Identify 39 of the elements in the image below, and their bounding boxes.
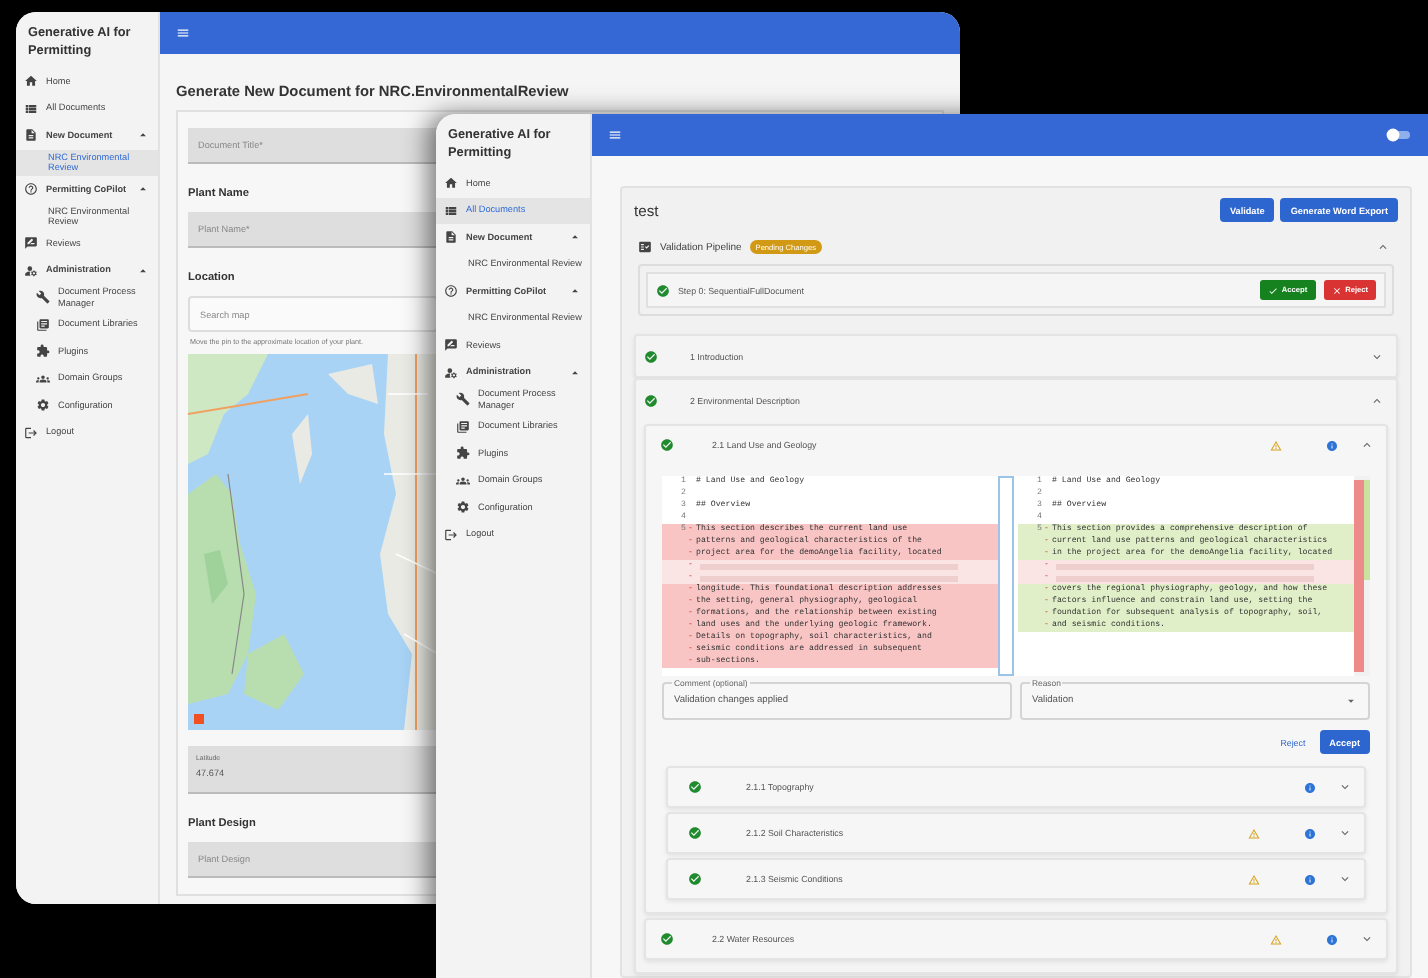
chevron-up-icon[interactable] bbox=[1360, 438, 1374, 452]
close-icon bbox=[1331, 285, 1342, 295]
chevron-up-icon[interactable] bbox=[1376, 240, 1390, 254]
people-icon bbox=[456, 473, 470, 488]
caret-down-icon bbox=[1344, 694, 1358, 708]
chevron-up-icon[interactable] bbox=[1370, 393, 1384, 407]
logout-icon bbox=[24, 425, 38, 440]
settings-icon bbox=[36, 398, 50, 413]
wrench-icon bbox=[36, 290, 50, 305]
list-icon bbox=[444, 203, 458, 218]
chevron-down-icon[interactable] bbox=[1338, 780, 1352, 794]
menu-icon[interactable] bbox=[608, 128, 622, 142]
settings-icon bbox=[456, 500, 470, 515]
people-icon bbox=[36, 371, 50, 386]
person-gear-icon bbox=[24, 263, 38, 278]
chevron-down-icon[interactable] bbox=[1338, 826, 1352, 840]
menu-icon[interactable] bbox=[176, 26, 190, 40]
chevron-down-icon[interactable] bbox=[1360, 932, 1374, 946]
chevron-down-icon[interactable] bbox=[1370, 349, 1384, 363]
logout-icon bbox=[444, 527, 458, 542]
document-icon bbox=[24, 128, 38, 143]
home-icon bbox=[444, 176, 458, 191]
check-icon bbox=[1267, 285, 1278, 295]
checklist-icon bbox=[638, 240, 652, 254]
library-icon bbox=[456, 419, 470, 434]
puzzle-icon bbox=[456, 446, 470, 461]
chevron-down-icon[interactable] bbox=[1338, 872, 1352, 886]
comment-icon bbox=[24, 236, 38, 251]
toggle-icon[interactable] bbox=[1386, 128, 1412, 142]
wrench-icon bbox=[456, 392, 470, 407]
library-icon bbox=[36, 317, 50, 332]
comment-icon bbox=[444, 338, 458, 353]
list-icon bbox=[24, 101, 38, 116]
person-gear-icon bbox=[444, 365, 458, 380]
puzzle-icon bbox=[36, 344, 50, 359]
map-drawing[interactable] bbox=[188, 354, 438, 730]
splitter[interactable] bbox=[998, 476, 1014, 676]
home-icon bbox=[24, 74, 38, 89]
document-icon bbox=[444, 230, 458, 245]
